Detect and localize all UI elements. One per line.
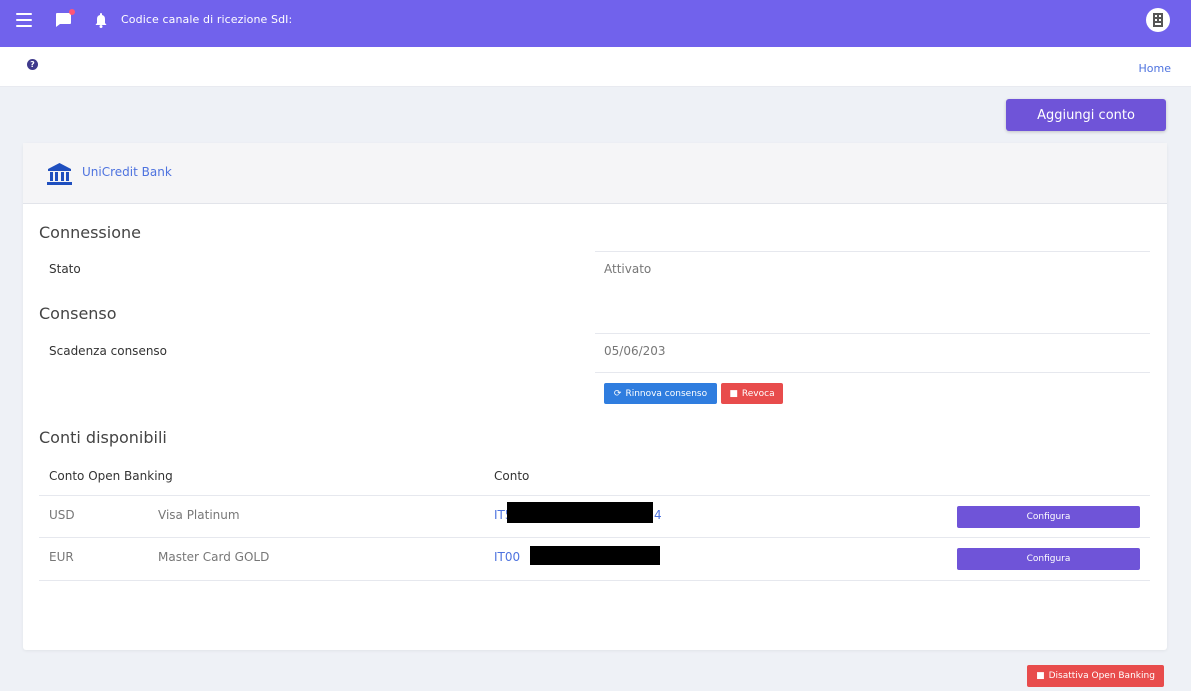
top-bar: Codice canale di ricezione SdI: xyxy=(0,0,1191,47)
bank-card: UniCredit Bank Connessione Stato Attivat… xyxy=(23,143,1167,650)
revoke-label: Revoca xyxy=(741,388,775,399)
bank-card-header: UniCredit Bank xyxy=(23,143,1167,204)
bank-icon xyxy=(47,163,72,185)
account-currency: USD xyxy=(49,508,75,522)
divider xyxy=(595,333,1150,334)
divider xyxy=(595,251,1150,252)
column-header-open-banking: Conto Open Banking xyxy=(49,469,173,483)
chat-icon[interactable] xyxy=(54,9,75,29)
account-iban-end[interactable]: 4 xyxy=(654,508,662,522)
status-label: Stato xyxy=(49,262,81,276)
account-name: Visa Platinum xyxy=(158,508,240,522)
consent-expiry-label: Scadenza consenso xyxy=(49,344,168,358)
account-currency: EUR xyxy=(49,550,74,564)
trash-icon: ■ xyxy=(1036,671,1045,681)
redacted-iban xyxy=(530,546,660,565)
revoke-button[interactable]: ■ Revoca xyxy=(721,383,783,404)
company-avatar-icon[interactable] xyxy=(1146,8,1170,32)
account-name: Master Card GOLD xyxy=(158,550,270,564)
consent-title: Consenso xyxy=(39,304,117,323)
menu-icon[interactable] xyxy=(14,10,34,30)
redacted-iban xyxy=(507,502,653,523)
account-iban-start[interactable]: IT00 xyxy=(494,550,520,564)
deactivate-open-banking-button[interactable]: ■ Disattiva Open Banking xyxy=(1027,665,1164,687)
column-header-account: Conto xyxy=(494,469,530,483)
accounts-title: Conti disponibili xyxy=(39,428,167,447)
bank-name[interactable]: UniCredit Bank xyxy=(82,165,172,179)
divider xyxy=(595,372,1150,373)
renew-consent-button[interactable]: ⟳ Rinnova consenso xyxy=(604,383,717,404)
help-icon[interactable]: ? xyxy=(27,59,38,70)
divider xyxy=(39,537,1150,538)
refresh-icon: ⟳ xyxy=(613,388,622,399)
consent-expiry-value: 05/06/203 xyxy=(604,344,666,358)
breadcrumb-bar xyxy=(0,47,1191,87)
status-value: Attivato xyxy=(604,262,652,276)
notification-dot xyxy=(69,9,75,15)
trash-icon: ■ xyxy=(729,388,738,399)
add-account-button[interactable]: Aggiungi conto xyxy=(1006,99,1166,131)
divider xyxy=(39,580,1150,581)
connection-title: Connessione xyxy=(39,223,141,242)
breadcrumb-home-link[interactable]: Home xyxy=(1139,62,1171,75)
configure-button[interactable]: Configura xyxy=(957,506,1140,528)
configure-button[interactable]: Configura xyxy=(957,548,1140,570)
renew-consent-label: Rinnova consenso xyxy=(625,388,708,399)
deactivate-open-banking-label: Disattiva Open Banking xyxy=(1048,671,1155,681)
bell-icon[interactable] xyxy=(93,11,109,29)
divider xyxy=(39,495,1150,496)
sdi-channel-label: Codice canale di ricezione SdI: xyxy=(121,13,293,26)
